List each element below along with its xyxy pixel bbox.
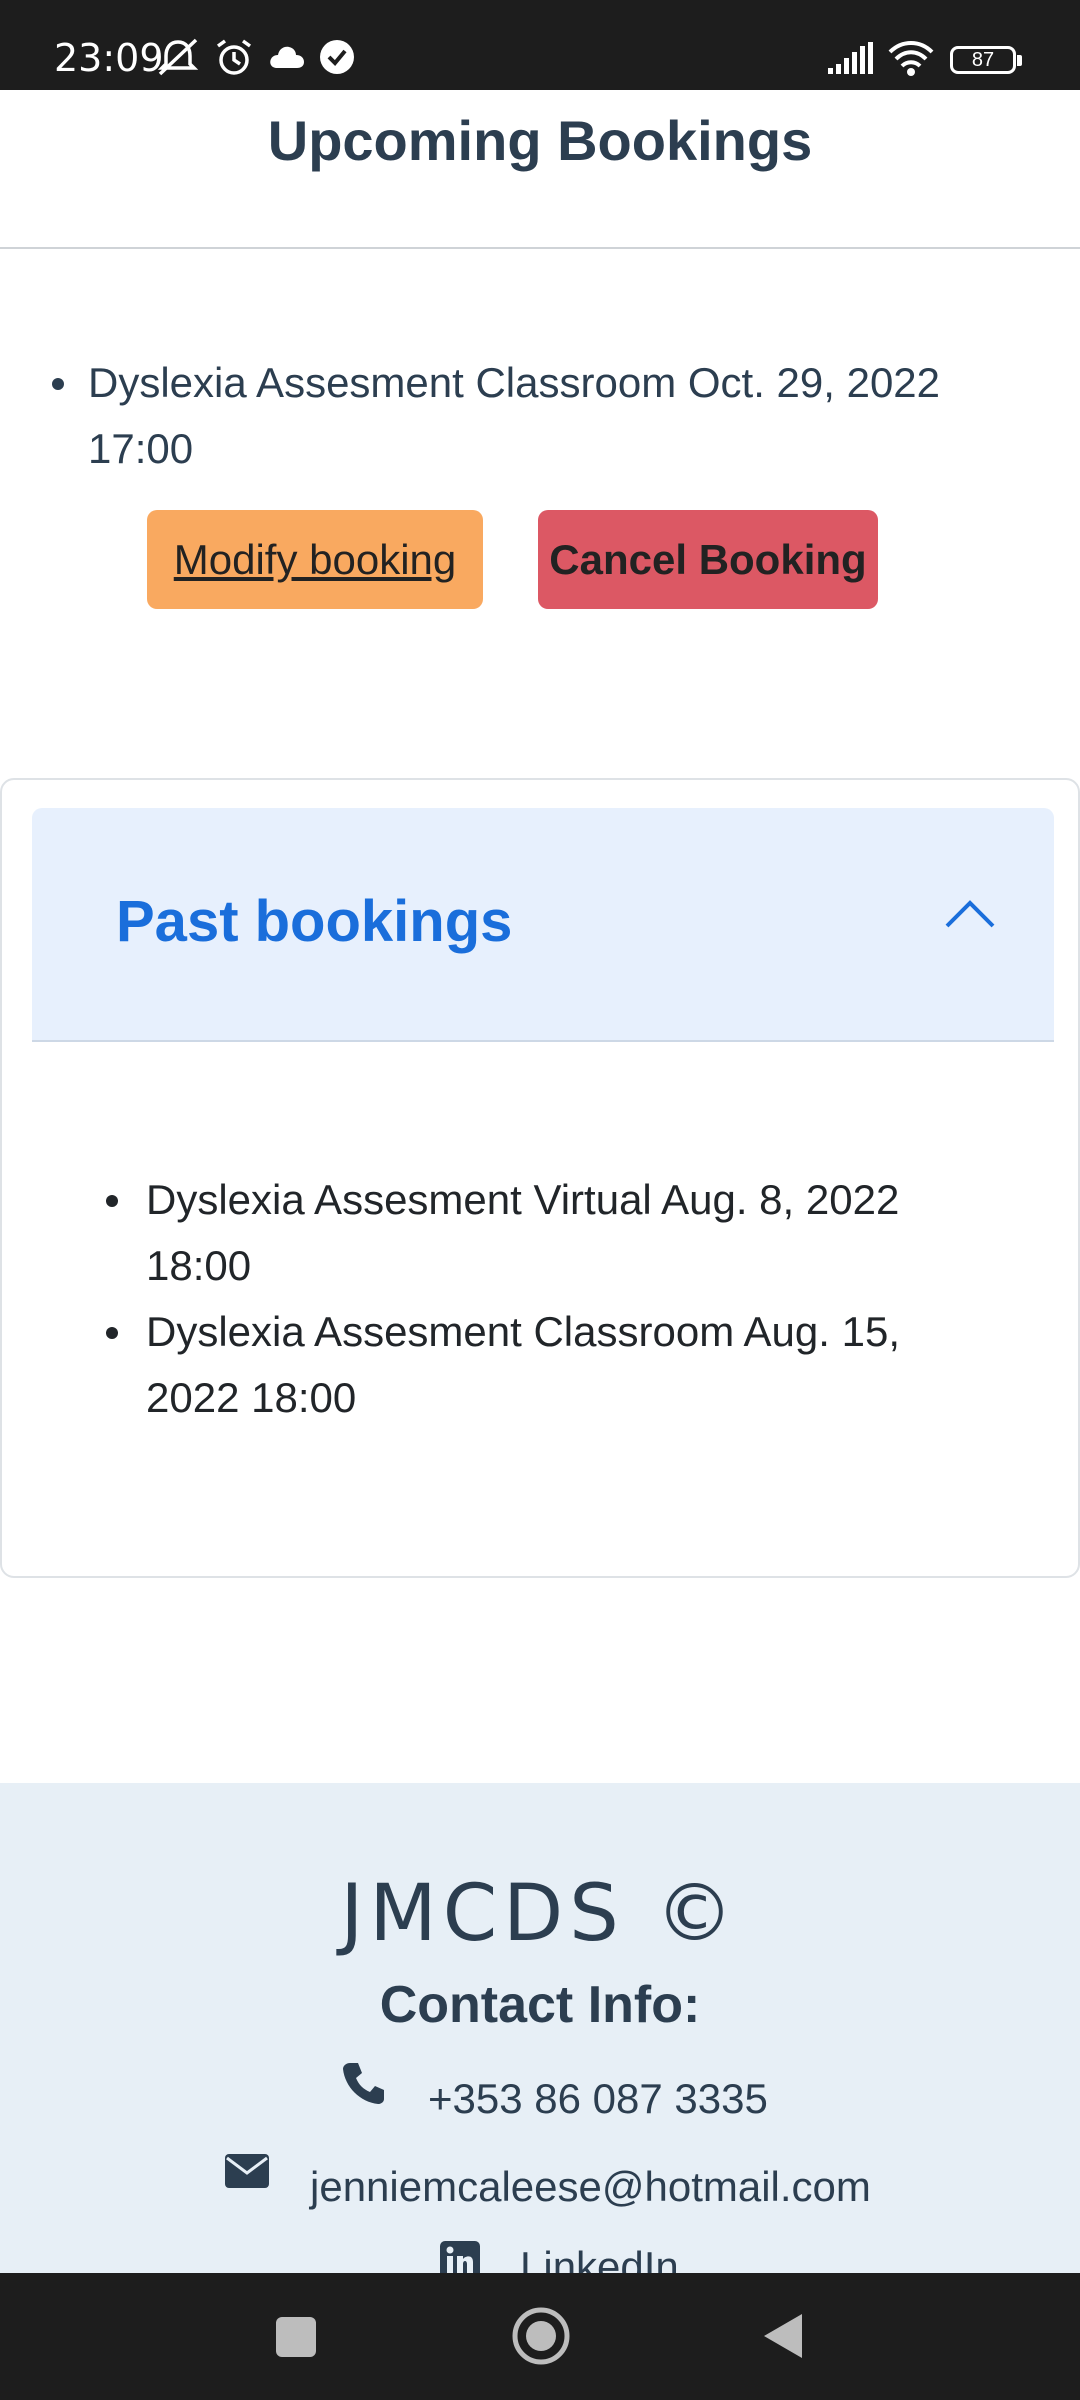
booking-time: 2022 18:00 <box>146 1374 357 1421</box>
bullet-icon <box>106 1195 118 1207</box>
divider <box>0 247 1080 249</box>
booking-text: Dyslexia Assesment Classroom Oct. 29, 20… <box>88 359 941 406</box>
recents-button[interactable] <box>274 2315 318 2364</box>
accordion-title: Past bookings <box>116 889 513 954</box>
booking-time: 18:00 <box>146 1242 252 1289</box>
footer-brand: JMCDS © <box>340 1869 740 1959</box>
cancel-booking-button[interactable]: Cancel Booking <box>538 510 878 609</box>
booking-text: Dyslexia Assesment Virtual Aug. 8, 2022 <box>146 1176 900 1223</box>
home-button[interactable] <box>510 2305 572 2372</box>
upcoming-bookings-list: Dyslexia Assesment Classroom Oct. 29, 20… <box>52 350 1012 482</box>
bullet-icon <box>106 1327 118 1339</box>
phone-icon <box>340 2059 388 2112</box>
battery-icon: 87 <box>950 46 1022 74</box>
footer: JMCDS © Contact Info: +353 86 087 3335 j… <box>0 1783 1080 2290</box>
booking-text: Dyslexia Assesment Classroom Aug. 15, <box>146 1308 900 1355</box>
past-bookings-list: Dyslexia Assesment Virtual Aug. 8, 2022 … <box>106 1167 990 1431</box>
list-item: Dyslexia Assesment Classroom Aug. 15, 20… <box>106 1299 990 1431</box>
check-icon <box>318 38 356 81</box>
chevron-up-icon[interactable] <box>944 898 996 935</box>
modify-booking-button[interactable]: Modify booking <box>147 510 483 609</box>
status-time: 23:09 <box>54 36 164 80</box>
alarm-icon <box>214 38 254 83</box>
email-icon <box>224 2153 270 2194</box>
wifi-icon <box>888 40 934 81</box>
contact-heading: Contact Info: <box>379 1976 701 2034</box>
list-item: Dyslexia Assesment Classroom Oct. 29, 20… <box>52 350 1012 482</box>
phone-link[interactable]: +353 86 087 3335 <box>428 2075 768 2123</box>
status-bar: 23:09 87 <box>0 0 1080 90</box>
back-button[interactable] <box>760 2311 806 2366</box>
email-link[interactable]: jenniemcaleese@hotmail.com <box>310 2163 871 2211</box>
list-item: Dyslexia Assesment Virtual Aug. 8, 2022 … <box>106 1167 990 1299</box>
page-title: Upcoming Bookings <box>267 109 813 172</box>
mute-icon <box>156 38 200 83</box>
bullet-icon <box>52 378 64 390</box>
navigation-bar <box>0 2273 1080 2400</box>
booking-time: 17:00 <box>88 425 194 472</box>
signal-icon <box>826 42 876 81</box>
cloud-icon <box>268 44 306 75</box>
accordion-header[interactable]: Past bookings <box>32 808 1054 1042</box>
